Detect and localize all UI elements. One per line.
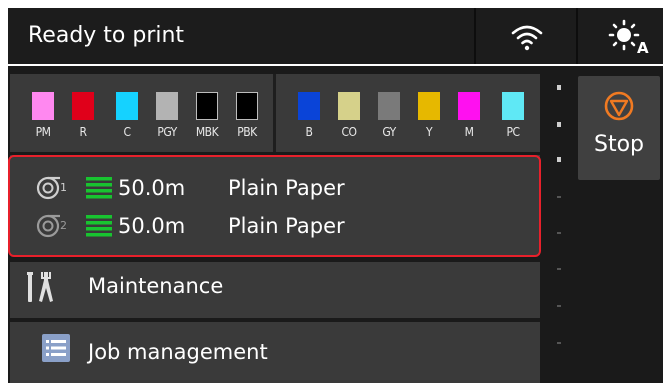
maintenance-label: Maintenance (88, 274, 224, 298)
ink-tank-r: R (66, 92, 100, 148)
scroll-dot (557, 305, 561, 307)
stop-button[interactable]: Stop (578, 76, 660, 180)
maintenance-menu-item[interactable]: Maintenance (10, 262, 540, 318)
ink-level-indicator (72, 92, 94, 120)
ink-tank-b: B (292, 92, 326, 148)
ink-tank-gy: GY (372, 92, 406, 148)
ink-tank-c: C (110, 92, 144, 148)
ink-group-divider (273, 74, 276, 152)
ink-level-indicator (338, 92, 360, 120)
status-text: Ready to print (28, 23, 185, 48)
ink-level-indicator (236, 92, 258, 120)
ink-level-indicator (502, 92, 524, 120)
ink-tank-mbk: MBK (190, 92, 224, 148)
ink-label: M (464, 125, 474, 139)
ink-level-indicator (458, 92, 480, 120)
job-management-label: Job management (88, 340, 268, 364)
job-list-icon (42, 334, 70, 362)
ink-label: B (305, 125, 313, 139)
ink-label: PM (35, 125, 51, 139)
stop-icon (604, 91, 634, 121)
tools-icon (27, 272, 53, 302)
ink-level-indicator (32, 92, 54, 120)
status-header: Ready to print A (8, 8, 663, 64)
ink-label: PC (506, 125, 520, 139)
header-divider (576, 8, 578, 64)
scroll-dot (557, 268, 561, 270)
ink-label: CO (341, 125, 357, 139)
ink-label: PGY (157, 125, 177, 139)
scroll-dot (557, 85, 561, 90)
ink-tank-co: CO (332, 92, 366, 148)
wifi-icon[interactable] (510, 22, 544, 52)
ink-level-indicator (116, 92, 138, 120)
scroll-dot (557, 342, 561, 344)
ink-level-indicator (418, 92, 440, 120)
ink-label: R (79, 125, 88, 139)
ink-tank-pc: PC (496, 92, 530, 148)
ink-level-indicator (156, 92, 178, 120)
ink-label: C (123, 125, 131, 139)
header-divider (474, 8, 476, 64)
ink-tank-y: Y (412, 92, 446, 148)
ink-tank-pgy: PGY (150, 92, 184, 148)
ink-level-indicator (196, 92, 218, 120)
stop-label: Stop (593, 132, 644, 157)
scroll-dot (557, 196, 561, 198)
ink-label: MBK (195, 125, 219, 139)
auto-brightness-icon[interactable]: A (606, 19, 652, 55)
svg-text:A: A (637, 39, 649, 55)
paper-highlight-frame (8, 155, 541, 257)
ink-label: Y (425, 125, 433, 139)
scroll-dot (557, 232, 561, 234)
ink-label: GY (382, 125, 396, 139)
job-management-menu-item[interactable]: Job management (10, 322, 540, 383)
ink-tank-pm: PM (26, 92, 60, 148)
scroll-dot (557, 157, 561, 162)
scroll-dot (557, 122, 561, 127)
ink-level-indicator (298, 92, 320, 120)
ink-label: PBK (237, 125, 257, 139)
ink-tank-m: M (452, 92, 486, 148)
printer-touch-screen: Ready to print A PM R C PGY MBK PBK B CO… (0, 0, 671, 383)
ink-tank-pbk: PBK (230, 92, 264, 148)
ink-level-indicator (378, 92, 400, 120)
